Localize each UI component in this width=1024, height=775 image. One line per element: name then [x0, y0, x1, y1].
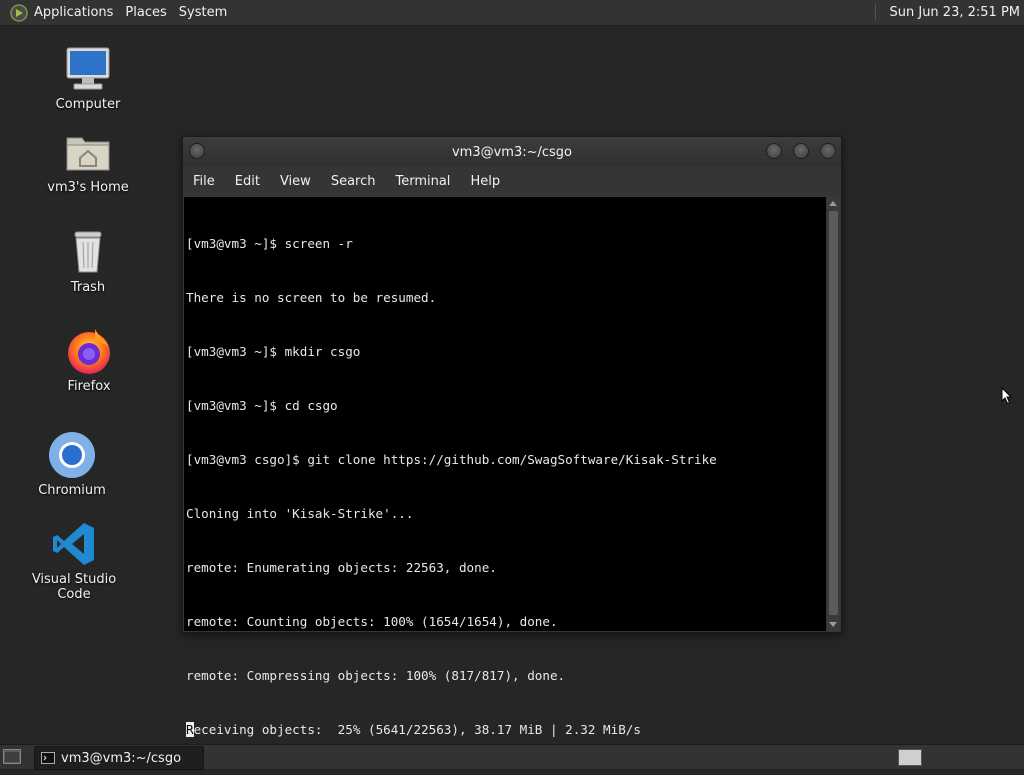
menu-file[interactable]: File: [183, 174, 225, 189]
close-button[interactable]: [820, 143, 836, 159]
maximize-button[interactable]: [793, 143, 809, 159]
places-menu[interactable]: Places: [125, 5, 174, 20]
terminal-output[interactable]: [vm3@vm3 ~]$ screen -r There is no scree…: [184, 197, 826, 737]
terminal-line-rest: eceiving objects: 25% (5641/22563), 38.1…: [193, 722, 641, 737]
window-titlebar[interactable]: vm3@vm3:~/csgo: [183, 137, 841, 167]
window-title: vm3@vm3:~/csgo: [451, 145, 573, 160]
terminal-line-current: Receiving objects: 25% (5641/22563), 38.…: [186, 721, 826, 739]
scroll-up-arrow-icon[interactable]: [829, 201, 837, 206]
clock-label: Sun Jun 23, 2:51 PM: [889, 4, 1021, 20]
desktop-icon-label: Computer: [55, 97, 121, 112]
bottom-panel: vm3@vm3:~/csgo: [0, 744, 1024, 770]
menu-edit[interactable]: Edit: [225, 174, 270, 189]
terminal-cursor: R: [186, 722, 194, 737]
desktop-icon-firefox[interactable]: Firefox: [29, 327, 149, 394]
taskbar-item-label: vm3@vm3:~/csgo: [61, 750, 182, 766]
system-menu[interactable]: System: [179, 5, 235, 20]
applications-menu[interactable]: Applications: [34, 5, 121, 20]
terminal-line: [vm3@vm3 ~]$ screen -r: [186, 236, 353, 251]
menu-terminal[interactable]: Terminal: [385, 174, 460, 189]
chromium-icon: [48, 431, 96, 479]
terminal-line: [vm3@vm3 csgo]$ git clone https://github…: [186, 452, 717, 467]
terminal-line: [vm3@vm3 ~]$ mkdir csgo: [186, 344, 361, 359]
top-panel: Applications Places System Sun Jun 23, 2…: [0, 0, 1024, 26]
terminal-line: remote: Enumerating objects: 22563, done…: [186, 560, 497, 575]
terminal-scrollbar[interactable]: [827, 197, 840, 631]
desktop-icon-label: Chromium: [38, 483, 106, 498]
terminal-line: There is no screen to be resumed.: [186, 290, 437, 305]
desktop-icon-chromium[interactable]: Chromium: [12, 431, 132, 498]
computer-icon: [64, 45, 112, 93]
minimize-button[interactable]: [766, 143, 782, 159]
scrollbar-thumb[interactable]: [829, 211, 838, 615]
desktop-icon-label: Trash: [70, 280, 106, 295]
clock[interactable]: Sun Jun 23, 2:51 PM: [874, 4, 1021, 20]
terminal-icon: [41, 752, 55, 764]
desktop-icon-computer[interactable]: Computer: [28, 45, 148, 112]
distro-logo-icon[interactable]: [9, 3, 29, 23]
desktop-icon-home[interactable]: vm3's Home: [28, 128, 148, 195]
terminal-line: remote: Compressing objects: 100% (817/8…: [186, 668, 566, 683]
terminal-line: remote: Counting objects: 100% (1654/165…: [186, 614, 558, 629]
menu-help[interactable]: Help: [460, 174, 510, 189]
firefox-icon: [65, 327, 113, 375]
terminal-text: [vm3@vm3 ~]$ screen -r There is no scree…: [184, 197, 826, 775]
desktop-icon-vscode[interactable]: Visual Studio Code: [14, 520, 134, 602]
vscode-icon: [50, 520, 98, 568]
desktop-icon-label: vm3's Home: [47, 180, 129, 195]
terminal-menubar: File Edit View Search Terminal Help: [183, 167, 841, 195]
taskbar-item-terminal[interactable]: vm3@vm3:~/csgo: [34, 746, 204, 770]
show-desktop-icon[interactable]: [3, 749, 21, 764]
mouse-pointer-icon: [1001, 386, 1013, 409]
terminal-line: [vm3@vm3 ~]$ cd csgo: [186, 398, 338, 413]
home-folder-icon: [64, 128, 112, 176]
menu-view[interactable]: View: [270, 174, 321, 189]
desktop-icon-label: Visual Studio Code: [31, 572, 117, 602]
desktop-icon-trash[interactable]: Trash: [28, 228, 148, 295]
scroll-down-arrow-icon[interactable]: [829, 622, 837, 627]
terminal-line: Cloning into 'Kisak-Strike'...: [186, 506, 414, 521]
trash-icon: [64, 228, 112, 276]
terminal-window[interactable]: vm3@vm3:~/csgo File Edit View Search Ter…: [182, 136, 842, 737]
desktop-icon-label: Firefox: [67, 379, 111, 394]
menu-search[interactable]: Search: [321, 174, 386, 189]
workspace-switcher[interactable]: [898, 749, 922, 766]
panel-separator: [874, 4, 880, 20]
